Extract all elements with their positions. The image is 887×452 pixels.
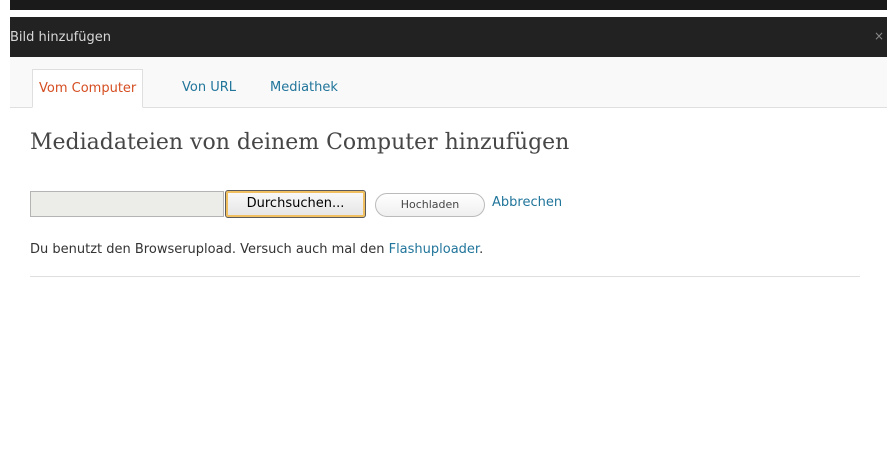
divider — [30, 276, 860, 277]
file-path-input[interactable] — [30, 191, 224, 217]
add-image-dialog: Bild hinzufügen × Vom Computer Von URL M… — [10, 10, 887, 452]
close-icon[interactable]: × — [873, 29, 885, 43]
tab-mediathek[interactable]: Mediathek — [270, 69, 338, 106]
tab-bar: Vom Computer Von URL Mediathek — [10, 57, 887, 108]
browse-button[interactable]: Durchsuchen... — [225, 190, 366, 218]
dialog-titlebar: Bild hinzufügen × — [10, 17, 887, 57]
cancel-link[interactable]: Abbrechen — [492, 195, 562, 210]
uploader-info: Du benutzt den Browserupload. Versuch au… — [30, 242, 483, 257]
tab-von-url[interactable]: Von URL — [182, 69, 236, 106]
tab-vom-computer[interactable]: Vom Computer — [32, 69, 144, 108]
uploader-info-suffix: . — [479, 242, 484, 257]
page: Bild hinzufügen × Vom Computer Von URL M… — [0, 0, 887, 452]
dialog-title: Bild hinzufügen — [10, 30, 111, 45]
flash-uploader-link[interactable]: Flashuploader — [389, 242, 480, 257]
page-title: Mediadateien von deinem Computer hinzufü… — [30, 130, 570, 155]
upload-button[interactable]: Hochladen — [375, 193, 485, 217]
uploader-info-text: Du benutzt den Browserupload. Versuch au… — [30, 242, 389, 257]
